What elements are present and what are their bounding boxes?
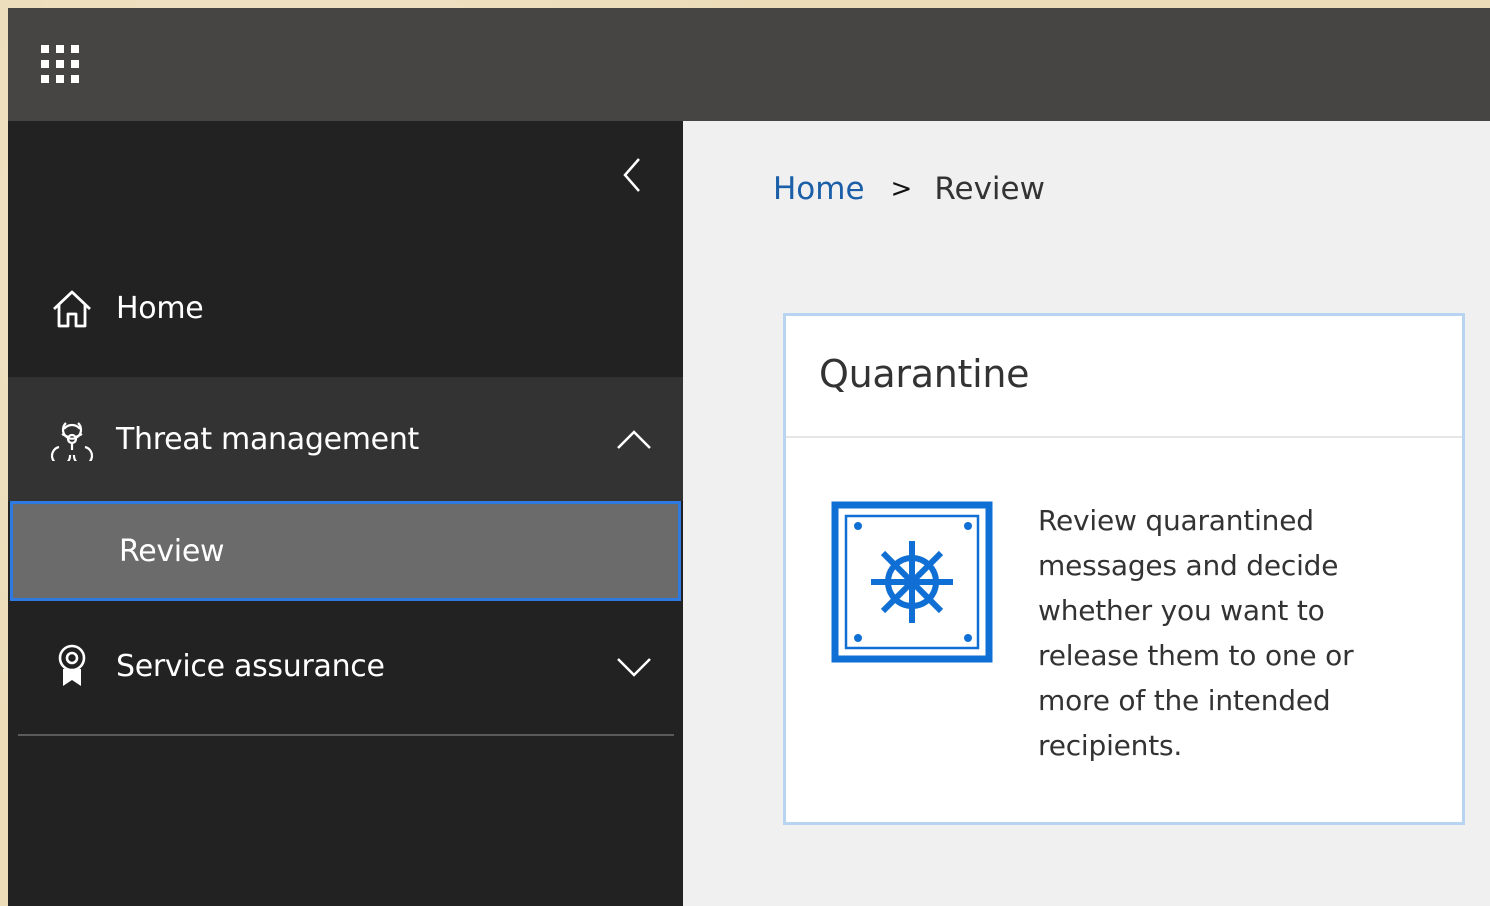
sidebar-item-service-assurance[interactable]: Service assurance [8,611,683,721]
sidebar-item-label: Threat management [116,421,420,457]
biohazard-icon [50,417,94,461]
sidebar-item-label: Review [119,533,225,569]
home-icon [50,287,94,331]
sidebar-item-label: Home [116,291,204,326]
sidebar-item-home[interactable]: Home [8,256,683,361]
quarantine-card[interactable]: Quarantine Review quarantined messages a… [783,313,1465,825]
breadcrumb-separator: > [890,174,913,204]
chevron-down-icon[interactable] [612,644,656,688]
breadcrumb-current: Review [934,171,1045,207]
chevron-left-icon [623,158,640,192]
card-divider [786,436,1462,438]
sidebar-item-label: Service assurance [116,648,385,684]
card-title: Quarantine [819,352,1030,396]
top-bar [8,8,1490,121]
breadcrumb-home-link[interactable]: Home [773,171,865,207]
breadcrumb: Home > Review [773,171,1045,207]
chevron-up-icon[interactable] [612,417,656,461]
collapse-nav-button[interactable] [608,151,656,199]
card-description: Review quarantined messages and decide w… [1038,504,1354,762]
app-window: Home Threat management Review Service as… [8,8,1490,906]
sidebar-divider [18,734,674,736]
app-launcher-icon[interactable] [38,42,82,86]
ribbon-badge-icon [50,644,94,688]
sidebar-item-review[interactable]: Review [10,501,681,601]
sidebar-item-threat-management[interactable]: Threat management [8,377,683,501]
vault-safe-icon [831,501,993,663]
sidebar-nav: Home Threat management Review Service as… [8,121,683,906]
